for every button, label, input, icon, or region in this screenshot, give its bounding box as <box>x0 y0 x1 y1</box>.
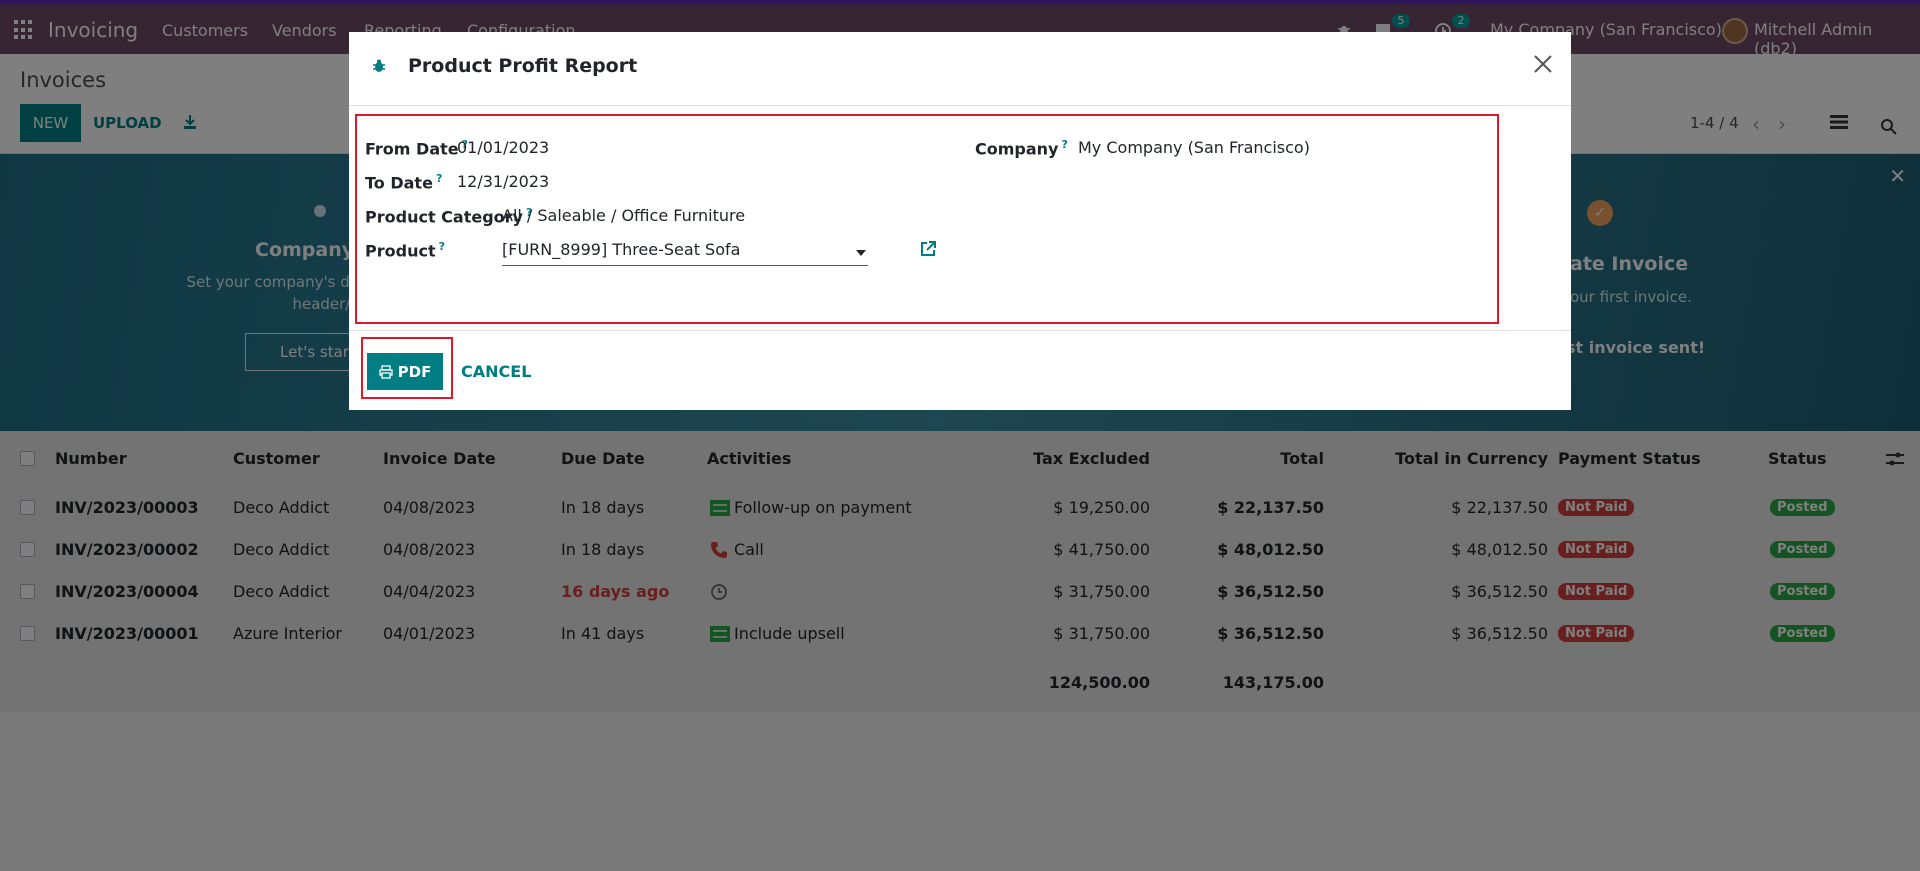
external-link-icon[interactable] <box>919 240 937 258</box>
from-date-label: From Date? <box>365 138 468 159</box>
company-field[interactable]: My Company (San Francisco) <box>1078 138 1310 157</box>
chevron-down-icon[interactable] <box>856 250 866 256</box>
modal-title: Product Profit Report <box>408 55 638 77</box>
to-date-label: To Date? <box>365 172 443 193</box>
pdf-label: PDF <box>397 362 432 381</box>
printer-icon <box>378 364 393 379</box>
report-form: From Date? 01/01/2023 To Date? 12/31/202… <box>355 114 1499 324</box>
help-tooltip-icon[interactable]: ? <box>439 240 445 253</box>
help-tooltip-icon[interactable]: ? <box>1061 138 1067 151</box>
close-icon[interactable] <box>1531 52 1555 76</box>
product-profit-report-dialog: Product Profit Report From Date? 01/01/2… <box>349 32 1571 410</box>
to-date-field[interactable]: 12/31/2023 <box>457 172 549 191</box>
debug-bug-icon <box>373 59 385 72</box>
cancel-button[interactable]: CANCEL <box>461 362 531 381</box>
print-pdf-button[interactable]: PDF <box>367 353 443 390</box>
help-tooltip-icon[interactable]: ? <box>436 172 442 185</box>
product-label: Product? <box>365 240 445 261</box>
company-label: Company? <box>975 138 1068 159</box>
modal-header: Product Profit Report <box>349 32 1571 106</box>
modal-footer: PDF CANCEL <box>349 330 1571 410</box>
from-date-field[interactable]: 01/01/2023 <box>457 138 549 157</box>
product-category-field[interactable]: All / Saleable / Office Furniture <box>502 206 745 225</box>
product-select-value: [FURN_8999] Three-Seat Sofa <box>502 240 741 259</box>
product-select[interactable]: [FURN_8999] Three-Seat Sofa <box>502 240 868 266</box>
